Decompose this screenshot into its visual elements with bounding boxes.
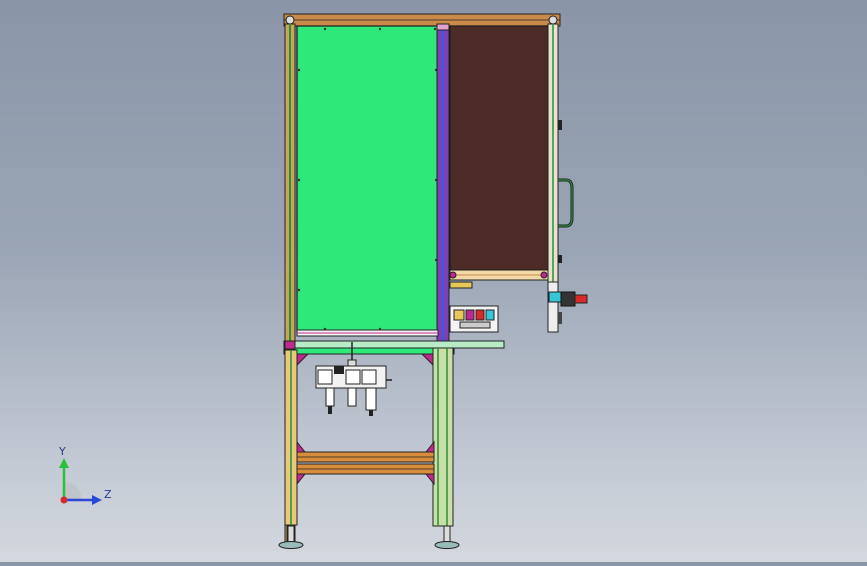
y-axis-label: Y: [58, 445, 66, 458]
gusset-right-lower: [424, 473, 435, 486]
right-foot-stem: [443, 525, 451, 543]
lower-right-leg: [432, 347, 454, 527]
top-left-corner-bolt: [285, 15, 295, 25]
z-axis-label: Z: [104, 488, 112, 501]
gusset-left-upper: [296, 440, 307, 453]
emergency-stop-button: [574, 294, 588, 304]
axis-triad: Y Z: [58, 445, 112, 505]
machine-frame-drawing: [278, 13, 588, 549]
gusset-right-upper: [424, 440, 435, 453]
right-foot-pad: [434, 541, 460, 549]
door-handle: [558, 178, 574, 228]
table-top-plate: [283, 340, 505, 349]
left-foot-pad: [278, 541, 304, 549]
cad-3d-viewport[interactable]: Y Z: [0, 0, 867, 562]
pneumatic-cluster: [449, 281, 499, 333]
left-foot-stem: [287, 525, 295, 543]
green-side-panel: [296, 25, 439, 333]
brown-door-panel: [449, 25, 551, 271]
gusset-left-lower: [296, 473, 307, 486]
top-right-corner-bolt: [548, 15, 558, 25]
control-box: [548, 291, 562, 303]
origin-point: [60, 496, 68, 504]
